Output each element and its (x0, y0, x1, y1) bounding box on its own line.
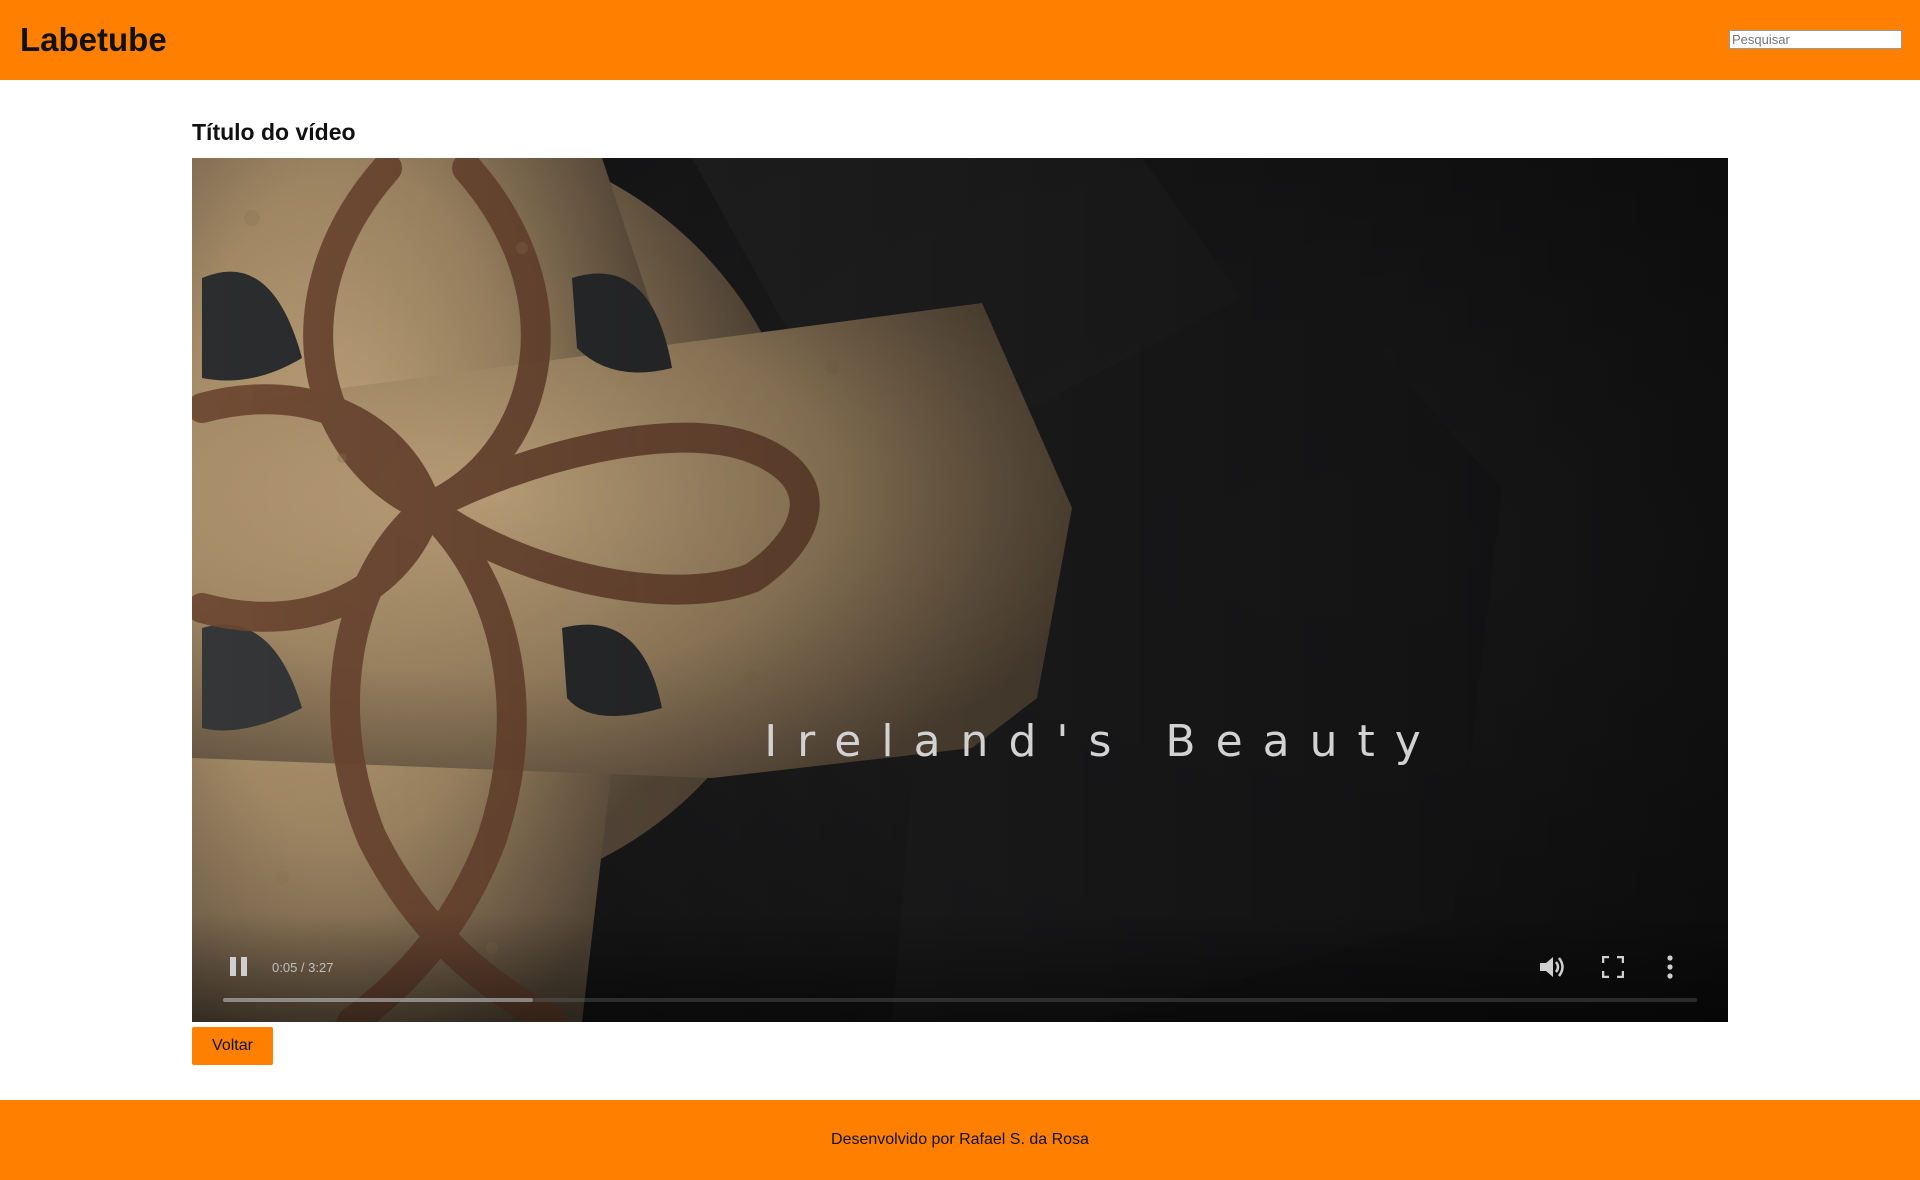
footer-credit: Desenvolvido por Rafael S. da Rosa (831, 1131, 1089, 1148)
video-title: Título do vídeo (192, 119, 356, 145)
video-overlay-title: Ireland's Beauty (764, 716, 1441, 767)
more-options-icon[interactable] (1666, 955, 1674, 979)
back-button[interactable]: Voltar (192, 1027, 273, 1065)
progress-bar[interactable] (223, 998, 1697, 1002)
pause-icon[interactable] (228, 956, 250, 978)
fullscreen-icon[interactable] (1602, 956, 1624, 978)
video-frame-image (192, 158, 1728, 1022)
site-logo[interactable]: Labetube (20, 21, 167, 59)
progress-bar-fill (223, 998, 533, 1002)
video-player[interactable]: Ireland's Beauty 0:05 / 3:27 (192, 158, 1728, 1022)
search-input[interactable] (1729, 30, 1902, 49)
site-footer: Desenvolvido por Rafael S. da Rosa (0, 1100, 1920, 1180)
volume-icon[interactable] (1538, 954, 1566, 980)
video-controls (192, 912, 1728, 1022)
site-header: Labetube (0, 0, 1920, 80)
time-display: 0:05 / 3:27 (272, 960, 334, 975)
